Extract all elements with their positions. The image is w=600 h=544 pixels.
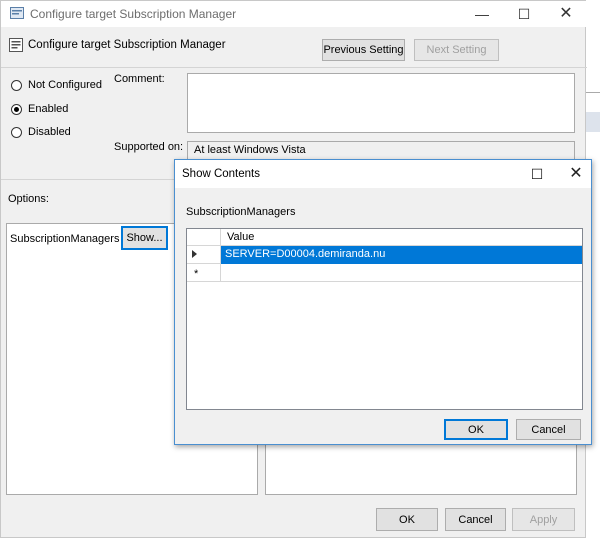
radio-circle-selected[interactable] <box>11 103 22 115</box>
enabled-label: Enabled <box>28 103 69 115</box>
background-window-edge <box>586 112 600 132</box>
maximize-button[interactable]: ☐ <box>522 161 552 187</box>
show-button[interactable]: Show... <box>121 226 168 250</box>
value-column-header[interactable]: Value <box>221 229 582 246</box>
values-grid[interactable]: Value SERVER=D00004.demiranda.nu * <box>186 228 583 410</box>
disabled-label: Disabled <box>28 126 71 138</box>
current-row-arrow-icon <box>192 250 197 258</box>
enabled-radio[interactable]: Enabled <box>11 101 68 117</box>
subscription-managers-label: SubscriptionManagers <box>10 233 120 245</box>
not-configured-radio[interactable]: Not Configured <box>11 77 102 93</box>
maximize-button[interactable]: ☐ <box>509 1 539 27</box>
grid-corner-header <box>187 229 221 246</box>
comment-textarea[interactable] <box>187 73 575 133</box>
show-contents-title: Show Contents <box>182 168 260 180</box>
background-window-edge <box>586 92 600 103</box>
supported-on-value: At least Windows Vista <box>187 141 575 161</box>
radio-circle[interactable] <box>11 79 22 91</box>
comment-label: Comment: <box>114 73 165 85</box>
options-label: Options: <box>8 193 49 205</box>
show-contents-cancel-button[interactable]: Cancel <box>516 419 581 440</box>
close-button[interactable]: ✕ <box>551 1 581 27</box>
new-row-header[interactable]: * <box>187 264 221 282</box>
previous-setting-button[interactable]: Previous Setting <box>322 39 405 61</box>
value-cell-selected[interactable]: SERVER=D00004.demiranda.nu <box>221 246 582 264</box>
cancel-button[interactable]: Cancel <box>445 508 506 531</box>
setting-title: Configure target Subscription Manager <box>28 39 226 51</box>
apply-button[interactable]: Apply <box>512 508 575 531</box>
show-contents-ok-button[interactable]: OK <box>444 419 508 440</box>
ok-button[interactable]: OK <box>376 508 438 531</box>
value-cell-new[interactable] <box>221 264 582 282</box>
next-setting-button[interactable]: Next Setting <box>414 39 499 61</box>
minimize-button[interactable]: — <box>467 1 497 27</box>
title-bar: Configure target Subscription Manager — … <box>1 1 587 27</box>
divider <box>1 67 587 68</box>
show-contents-title-bar: Show Contents ☐ ✕ <box>175 160 591 188</box>
show-contents-dialog: Show Contents ☐ ✕ SubscriptionManagers V… <box>174 159 592 445</box>
disabled-radio[interactable]: Disabled <box>11 124 71 140</box>
not-configured-label: Not Configured <box>28 79 102 91</box>
list-label: SubscriptionManagers <box>186 206 296 218</box>
policy-setting-icon <box>9 38 23 52</box>
supported-on-label: Supported on: <box>114 141 184 153</box>
row-header[interactable] <box>187 246 221 264</box>
radio-circle[interactable] <box>11 126 22 138</box>
policy-window-icon <box>10 7 24 19</box>
window-title: Configure target Subscription Manager <box>30 7 237 21</box>
close-button[interactable]: ✕ <box>561 161 591 187</box>
